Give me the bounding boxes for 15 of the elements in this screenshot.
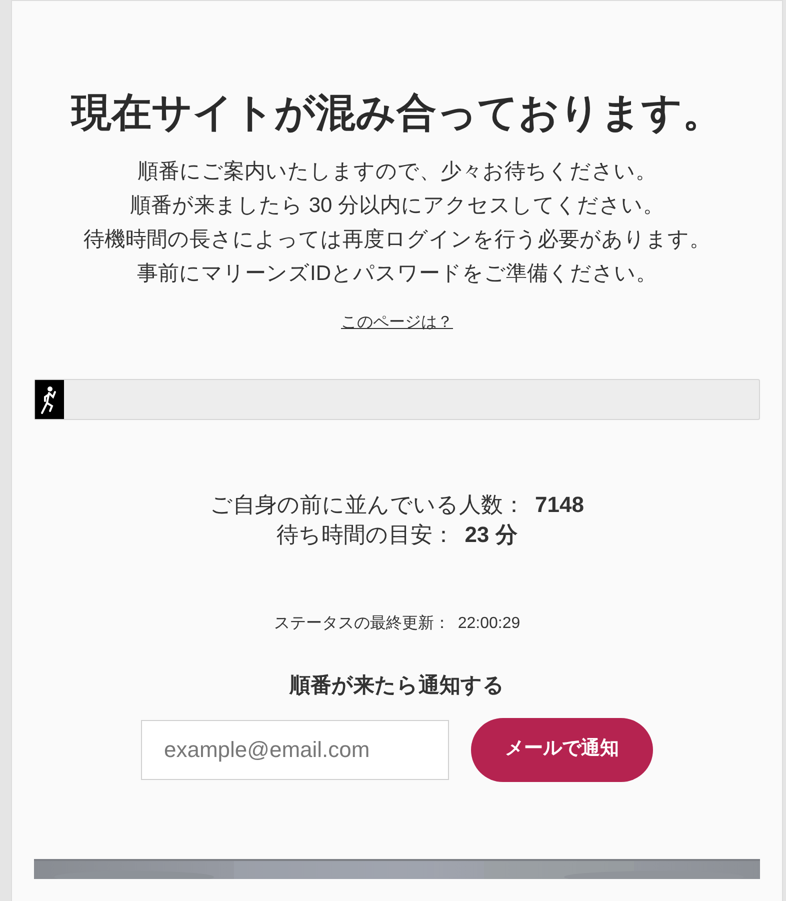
message-line: 順番が来ましたら 30 分以内にアクセスしてください。 — [130, 193, 664, 219]
update-time: 22:00:29 — [458, 614, 520, 634]
email-field[interactable]: example@email.com — [141, 720, 449, 780]
page-heading: 現在サイトが混み合っております。 — [72, 90, 722, 137]
notify-button[interactable]: メールで通知 — [471, 718, 653, 782]
stat-value: 23 分 — [464, 521, 518, 549]
notify-title: 順番が来たら通知する — [290, 673, 504, 699]
stat-label: ご自身の前に並んでいる人数： — [210, 491, 526, 519]
message-line: 待機時間の長さによっては再度ログインを行う必要があります。 — [84, 227, 710, 253]
message-line: 順番にご案内いたしますので、少々お待ちください。 — [138, 159, 656, 185]
stat-value: 7148 — [535, 491, 584, 519]
update-label: ステータスの最終更新： — [274, 614, 450, 634]
message-line: 事前にマリーンズIDとパスワードをご準備ください。 — [137, 261, 657, 287]
help-link[interactable]: このページは？ — [341, 311, 453, 335]
stat-label: 待ち時間の目安： — [276, 521, 455, 549]
